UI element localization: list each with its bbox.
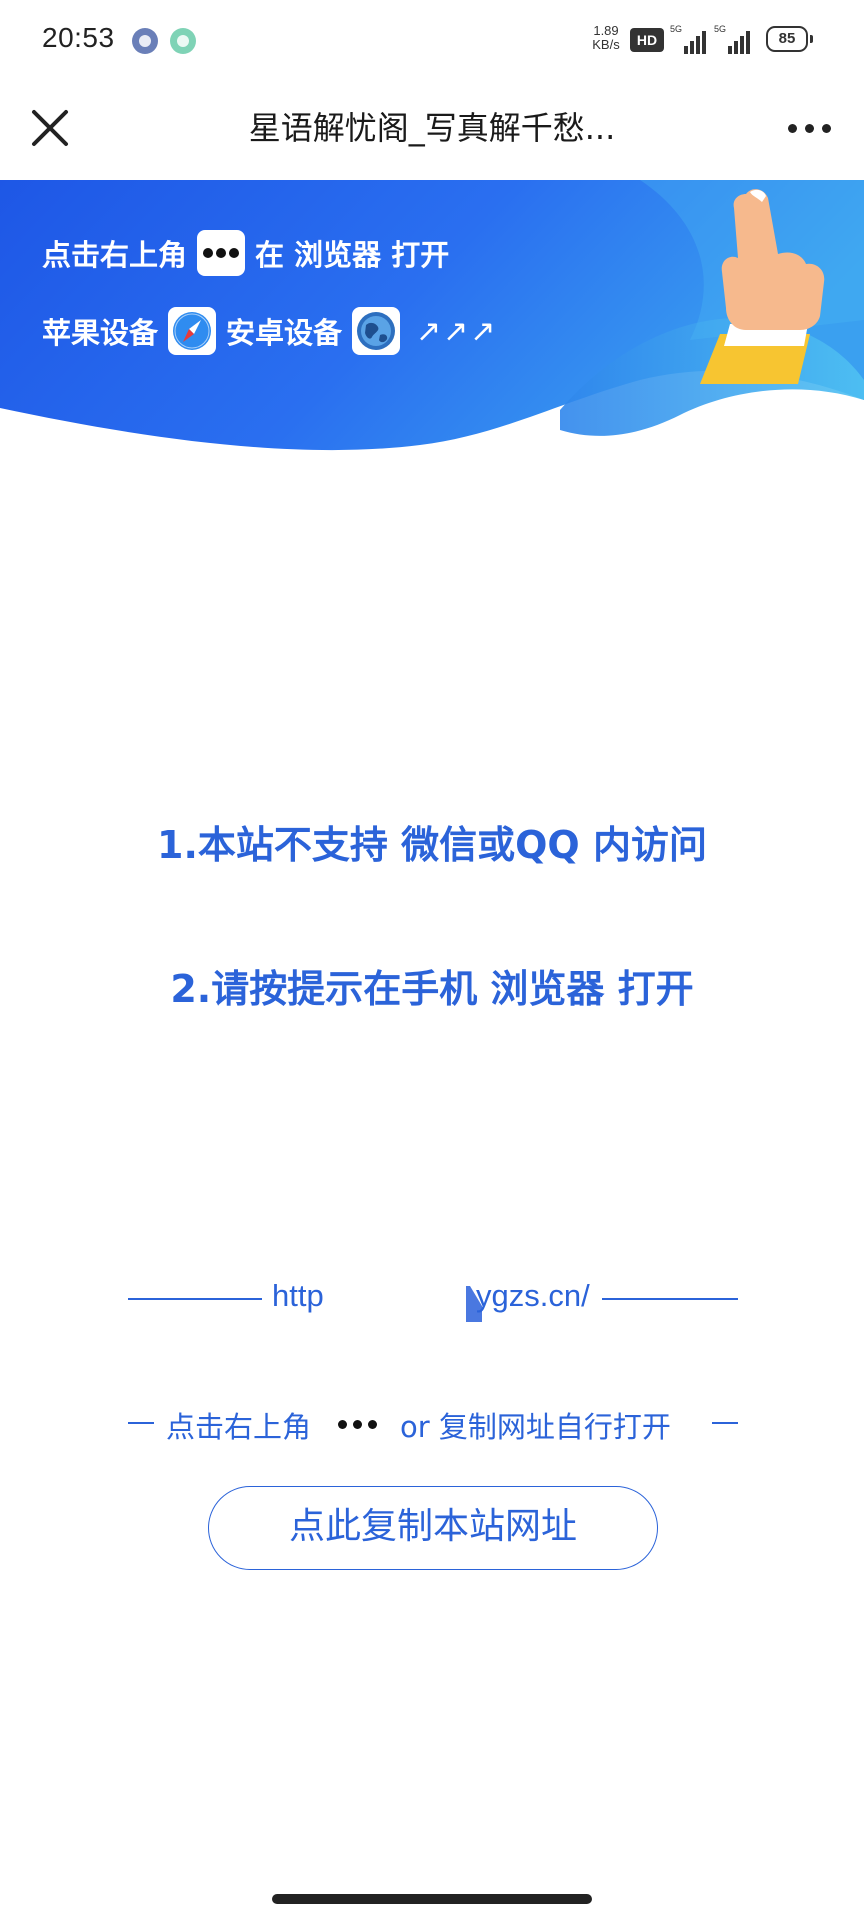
divider-dash <box>712 1422 738 1424</box>
notice-line-2: 2.请按提示在手机 浏览器 打开 <box>170 967 694 1011</box>
site-url-prefix: http <box>272 1278 324 1313</box>
home-indicator[interactable] <box>272 1894 592 1904</box>
banner-line1-suffix: 在 浏览器 打开 <box>255 238 450 272</box>
safari-compass-icon <box>168 307 217 355</box>
app-notification-icon <box>132 28 158 54</box>
status-bar: 20:53 1.89 KB/s HD 5G 5G 85 <box>0 0 864 80</box>
more-dots-icon <box>197 230 246 276</box>
banner-instruction-line-1: 点击右上角 在 浏览器 打开 <box>42 228 449 278</box>
divider-dash <box>128 1422 154 1424</box>
app-notification-icon <box>170 28 196 54</box>
hint-suffix: or 复制网址自行打开 <box>400 1410 671 1444</box>
notice-line-1: 1.本站不支持 微信或QQ 内访问 <box>157 823 707 867</box>
hint-prefix: 点击右上角 <box>166 1410 312 1444</box>
hd-badge: HD <box>630 28 664 52</box>
banner-apple-label: 苹果设备 <box>42 316 159 350</box>
page-title: 星语解忧阁_写真解千愁... <box>248 109 616 147</box>
network-type-label: 5G <box>714 24 727 34</box>
battery-icon: 85 <box>766 26 813 52</box>
arrow-icons: ↗↗↗ <box>416 313 498 349</box>
globe-icon <box>352 307 401 355</box>
copy-url-button[interactable]: 点此复制本站网址 <box>208 1486 658 1570</box>
network-type-label: 5G <box>670 24 683 34</box>
signal-icon: 5G <box>714 24 754 54</box>
banner-android-label: 安卓设备 <box>226 316 343 350</box>
network-speed: 1.89 KB/s <box>586 24 626 52</box>
divider-line <box>128 1298 262 1300</box>
banner-instruction-line-2: 苹果设备 安卓设备 ↗↗↗ <box>42 306 497 356</box>
copy-hint-row: 点击右上角 or 复制网址自行打开 <box>0 1398 864 1448</box>
instruction-banner: 点击右上角 在 浏览器 打开 苹果设备 安卓设备 ↗↗↗ <box>0 180 864 460</box>
signal-icon: 5G <box>670 24 710 54</box>
site-url-suffix: ygzs.cn/ <box>476 1278 590 1313</box>
network-speed-unit: KB/s <box>592 37 620 52</box>
battery-level: 85 <box>778 30 796 47</box>
more-icon[interactable] <box>784 108 836 148</box>
banner-line1-prefix: 点击右上角 <box>42 238 188 272</box>
nav-bar: 星语解忧阁_写真解千愁... <box>0 80 864 180</box>
divider-line <box>602 1298 738 1300</box>
close-icon[interactable] <box>26 104 74 152</box>
network-speed-value: 1.89 <box>593 23 619 38</box>
pointing-hand-icon <box>700 189 825 384</box>
site-url-row: http ygzs.cn/ <box>0 1274 864 1324</box>
page: 20:53 1.89 KB/s HD 5G 5G 85 星语解忧阁_写真解千愁.… <box>0 0 864 1920</box>
status-time: 20:53 <box>42 22 115 53</box>
more-dots-icon <box>332 1404 386 1444</box>
